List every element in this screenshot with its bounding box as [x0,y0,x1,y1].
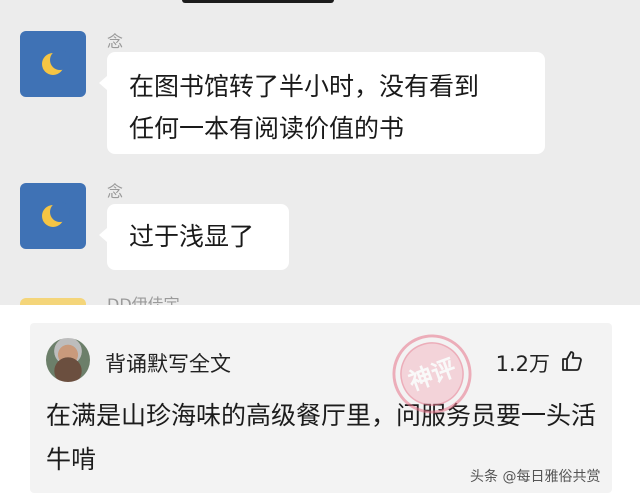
like-count: 1.2万 [495,352,550,376]
like-area[interactable]: 1.2万 [496,348,584,378]
source-watermark: 头条 @每日雅俗共赏 [470,469,601,485]
message-bubble[interactable]: 过于浅显了 [99,204,289,270]
previous-image-edge [182,0,334,3]
moon-avatar[interactable] [20,183,86,249]
partial-avatar [20,298,86,305]
moon-icon [42,202,70,227]
moon-avatar[interactable] [20,31,86,97]
message-text-line: 任何一本有阅读价值的书 [129,114,405,143]
message-text-line: 过于浅显了 [129,222,255,251]
thumbs-up-icon[interactable] [560,349,584,377]
partial-sender-name: DD伊佳宇 [107,295,180,305]
message-text-line: 在图书馆转了半小时，没有看到 [129,72,480,101]
sender-name: 念 [107,32,124,51]
user-avatar[interactable] [46,338,90,382]
chat-screenshot: 念 在图书馆转了半小时，没有看到 任何一本有阅读价值的书 念 过于浅显了 DD伊… [0,0,640,305]
sender-name: 念 [107,182,124,201]
comment-username[interactable]: 背诵默写全文 [105,348,231,378]
moon-icon [42,50,70,75]
message-bubble[interactable]: 在图书馆转了半小时，没有看到 任何一本有阅读价值的书 [99,52,545,154]
